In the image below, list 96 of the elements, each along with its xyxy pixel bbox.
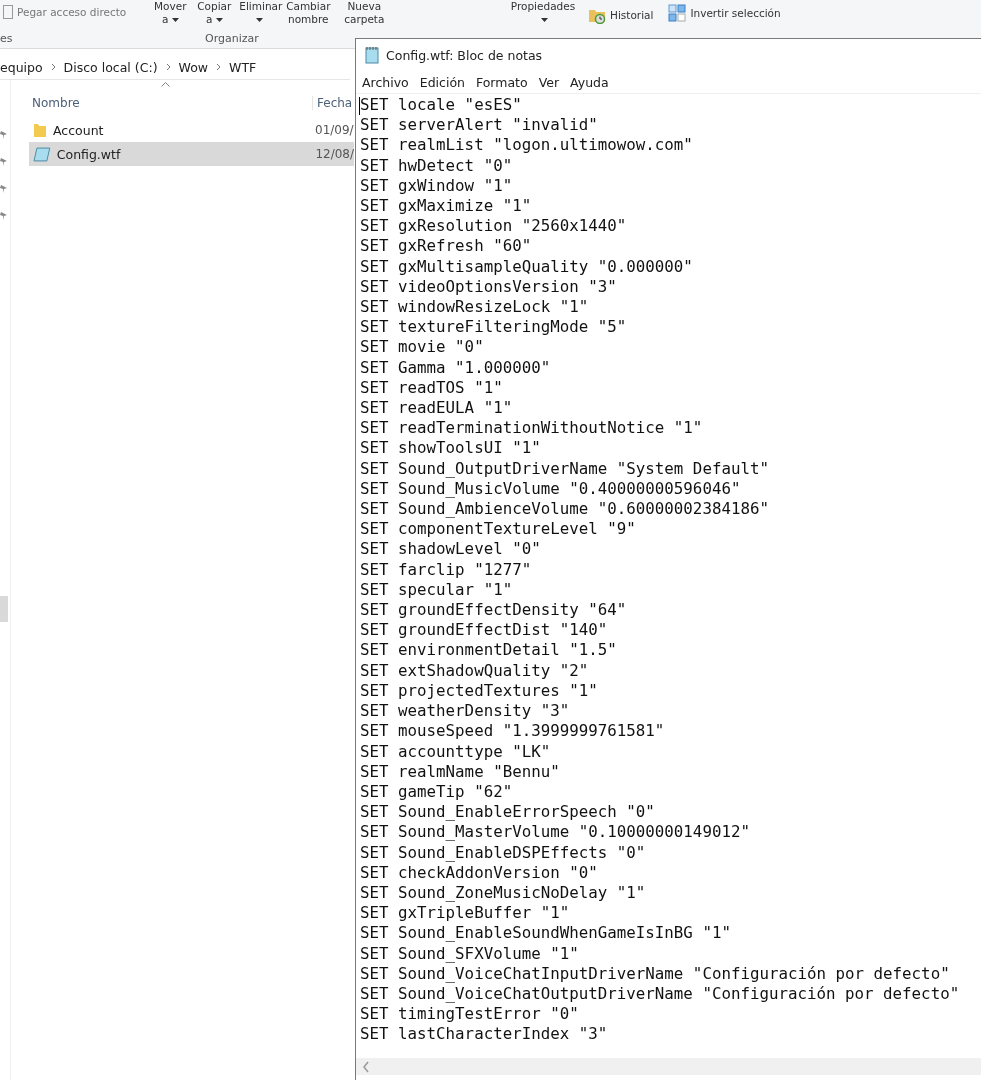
- text-line: SET Sound_VoiceChatOutputDriverName "Configuración por defecto": [360, 983, 961, 1005]
- text-line: SET readTerminationWithoutNotice "1": [360, 418, 704, 439]
- file-date: 01/09/: [315, 123, 354, 137]
- text-line: SET Sound_EnableErrorSpeech "0": [360, 802, 656, 823]
- window-title: Config.wtf: Bloc de notas: [386, 47, 543, 63]
- text-line: SET Gamma "1.000000": [360, 357, 552, 378]
- file-row[interactable]: Account 01/09/: [29, 118, 354, 142]
- text-line: SET Sound_AmbienceVolume "0.60000002384186": [360, 499, 770, 520]
- menu-item[interactable]: Edición: [419, 74, 465, 90]
- history-button[interactable]: Historial: [585, 6, 662, 24]
- text-line: SET gameTip "62": [360, 781, 514, 803]
- chevron-icon: [216, 63, 221, 71]
- text-line: SET textureFilteringMode "5": [360, 317, 628, 338]
- scroll-left-icon[interactable]: [362, 1060, 370, 1073]
- notepad-icon: [364, 46, 380, 64]
- text-line: SET Sound_MasterVolume "0.10000000149012": [360, 822, 751, 843]
- horizontal-scrollbar[interactable]: [356, 1058, 981, 1075]
- invert-selection-button[interactable]: Invertir selección: [665, 4, 803, 22]
- text-line: SET gxMaximize "1": [360, 196, 533, 217]
- breadcrumb-item[interactable]: equipo: [0, 59, 43, 75]
- caret-icon: [541, 18, 548, 22]
- text-line: SET extShadowQuality "2": [360, 660, 590, 681]
- text-line: SET timingTestError "0": [360, 1004, 580, 1025]
- ribbon-group-label: Organizar: [205, 32, 259, 45]
- address-bar[interactable]: equipo Disco local (C:) Wow WTF: [0, 55, 350, 80]
- pin-icon: [0, 130, 8, 140]
- menu-item[interactable]: Ayuda: [570, 74, 609, 90]
- shortcut-icon: [3, 5, 13, 19]
- text-line: SET groundEffectDensity "64": [360, 600, 628, 621]
- file-date: 12/08/: [315, 147, 354, 161]
- grid-icon: [668, 4, 687, 22]
- text-line: SET readTOS "1": [360, 377, 504, 399]
- text-line: SET Sound_ZoneMusicNoDelay "1": [360, 882, 647, 904]
- breadcrumb-item[interactable]: Disco local (C:): [63, 59, 158, 75]
- pin-icon: [0, 157, 8, 167]
- text-line: SET realmList "logon.ultimowow.com": [360, 135, 694, 156]
- pin-icon: [0, 211, 8, 221]
- text-line: SET videoOptionsVersion "3": [360, 276, 618, 298]
- text-line: SET environmentDetail "1.5": [360, 640, 618, 661]
- text-line: SET readEULA "1": [360, 398, 514, 419]
- ribbon-group-label: es: [0, 32, 13, 45]
- text-line: SET hwDetect "0": [360, 155, 514, 176]
- text-line: SET specular "1": [360, 579, 514, 601]
- ribbon-button[interactable]: Copiar a: [192, 0, 237, 26]
- column-header[interactable]: Fecha: [313, 96, 353, 110]
- text-line: SET gxMultisampleQuality "0.000000": [360, 256, 694, 277]
- text-line: SET movie "0": [360, 337, 485, 358]
- breadcrumb-item[interactable]: Wow: [178, 59, 208, 75]
- text-cursor: [359, 97, 360, 115]
- text-line: SET groundEffectDist "140": [360, 620, 609, 641]
- text-line: SET Sound_EnableDSPEffects "0": [360, 842, 647, 863]
- file-row[interactable]: Config.wtf 12/08/: [29, 142, 354, 166]
- text-line: SET checkAddonVersion "0": [360, 862, 599, 883]
- text-line: SET mouseSpeed "1.3999999761581": [360, 721, 666, 742]
- column-header[interactable]: Nombre: [29, 96, 313, 110]
- text-line: SET Sound_SFXVolume "1": [360, 943, 580, 964]
- text-line: SET realmName "Bennu": [360, 761, 561, 782]
- file-name: Config.wtf: [56, 146, 122, 162]
- caret-icon: [171, 18, 179, 22]
- ribbon-button[interactable]: Nueva carpeta: [336, 0, 393, 26]
- menu-item[interactable]: Archivo: [362, 74, 409, 90]
- nav-selection-highlight: [0, 596, 8, 622]
- notepad-file-icon: [33, 146, 51, 162]
- text-line: SET Sound_EnableSoundWhenGameIsInBG "1": [360, 923, 732, 944]
- caret-icon: [215, 18, 223, 22]
- properties-button[interactable]: Propiedades: [505, 0, 581, 26]
- menu-item[interactable]: Ver: [538, 74, 560, 90]
- menu-item[interactable]: Formato: [475, 74, 528, 90]
- text-line: SET gxWindow "1": [360, 175, 514, 196]
- text-line: SET shadowLevel "0": [360, 539, 542, 560]
- text-line: SET lastCharacterIndex "3": [360, 1024, 609, 1045]
- text-line: SET componentTextureLevel "9": [360, 519, 637, 540]
- text-line: SET projectedTextures "1": [360, 680, 599, 702]
- text-line: SET accounttype "LK": [360, 741, 552, 762]
- text-line: SET gxRefresh "60": [360, 236, 533, 257]
- paste-shortcut-button[interactable]: Pegar acceso directo: [0, 5, 149, 19]
- text-line: SET Sound_MusicVolume "0.40000000596046": [360, 478, 742, 500]
- folder-icon: [33, 122, 47, 138]
- text-line: SET locale "esES": [360, 95, 523, 116]
- text-line: SET weatherDensity "3": [360, 701, 571, 722]
- text-line: SET farclip "1277": [360, 559, 533, 580]
- text-line: SET Sound_OutputDriverName "System Default": [360, 458, 770, 479]
- chevron-icon: [165, 63, 171, 71]
- ribbon-button[interactable]: Eliminar: [236, 0, 281, 26]
- text-line: SET gxTripleBuffer "1": [360, 903, 571, 924]
- chevron-icon: [50, 63, 56, 71]
- breadcrumb-item[interactable]: WTF: [229, 59, 257, 75]
- text-line: SET Sound_VoiceChatInputDriverName "Configuración por defecto": [360, 963, 951, 984]
- caret-icon: [256, 18, 264, 22]
- text-line: SET serverAlert "invalid": [360, 115, 599, 136]
- pin-icon: [0, 184, 8, 194]
- text-line: SET gxResolution "2560x1440": [360, 216, 628, 237]
- ribbon-button[interactable]: Mover a: [148, 0, 193, 26]
- text-line: SET windowResizeLock "1": [360, 297, 590, 318]
- file-name: Account: [53, 122, 105, 138]
- text-line: SET showToolsUI "1": [360, 438, 542, 459]
